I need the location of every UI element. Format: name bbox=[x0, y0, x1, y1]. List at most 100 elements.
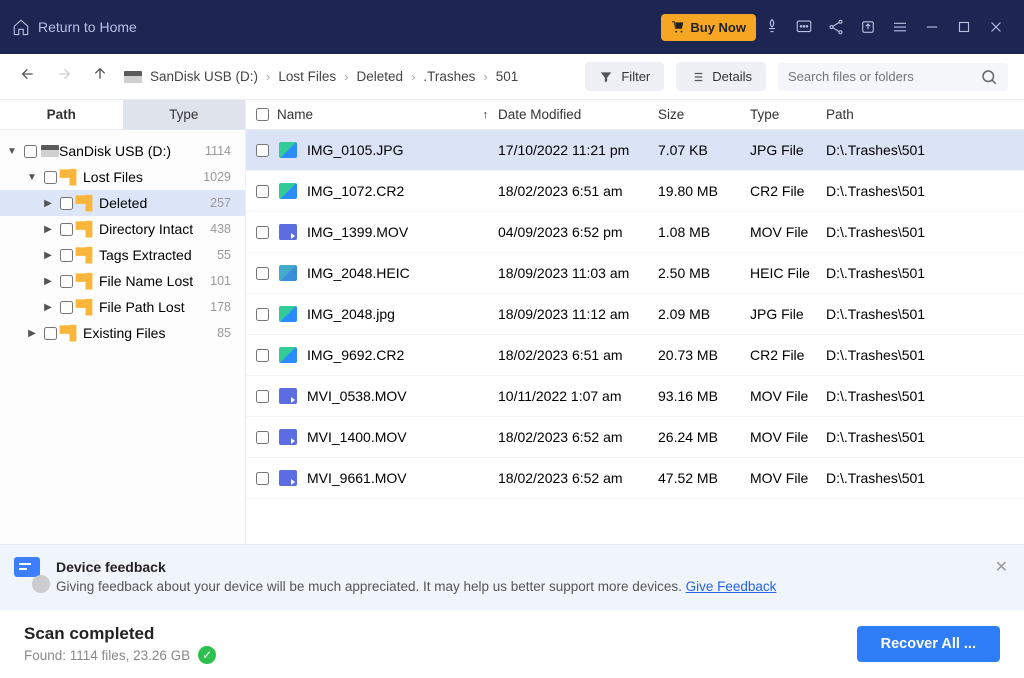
breadcrumb-segment[interactable]: SanDisk USB (D:) bbox=[150, 69, 258, 84]
row-checkbox[interactable] bbox=[256, 472, 269, 485]
tree-row[interactable]: ▶▀▋Deleted257 bbox=[0, 190, 245, 216]
tree-count: 257 bbox=[210, 196, 231, 210]
update-icon[interactable] bbox=[852, 11, 884, 43]
share-icon[interactable] bbox=[820, 11, 852, 43]
col-date[interactable]: Date Modified bbox=[498, 107, 658, 122]
minimize-button[interactable] bbox=[916, 11, 948, 43]
return-home-label: Return to Home bbox=[38, 19, 137, 35]
file-name: MVI_1400.MOV bbox=[307, 429, 407, 445]
close-window-button[interactable] bbox=[980, 11, 1012, 43]
chevron-right-icon[interactable]: ▶ bbox=[40, 198, 56, 209]
menu-icon[interactable] bbox=[884, 11, 916, 43]
select-all-checkbox[interactable] bbox=[256, 108, 269, 121]
tree-checkbox[interactable] bbox=[60, 249, 73, 262]
table-row[interactable]: MVI_1400.MOV18/02/2023 6:52 am26.24 MBMO… bbox=[246, 417, 1024, 458]
row-checkbox[interactable] bbox=[256, 349, 269, 362]
tree-row[interactable]: ▼▀▋Lost Files1029 bbox=[0, 164, 245, 190]
tree-checkbox[interactable] bbox=[60, 301, 73, 314]
nav-up-button[interactable] bbox=[88, 62, 112, 91]
nav-back-button[interactable] bbox=[16, 62, 40, 91]
tree-label: Tags Extracted bbox=[99, 247, 192, 263]
give-feedback-link[interactable]: Give Feedback bbox=[686, 579, 777, 594]
tree-checkbox[interactable] bbox=[24, 145, 37, 158]
chevron-down-icon[interactable]: ▼ bbox=[4, 146, 20, 157]
col-type[interactable]: Type bbox=[750, 107, 826, 122]
chevron-right-icon[interactable]: ▶ bbox=[40, 302, 56, 313]
feedback-close-button[interactable]: ✕ bbox=[995, 557, 1008, 577]
home-icon bbox=[12, 18, 30, 36]
breadcrumb-segment[interactable]: Deleted bbox=[357, 69, 404, 84]
promo-icon[interactable] bbox=[756, 11, 788, 43]
tree-checkbox[interactable] bbox=[44, 327, 57, 340]
tree-label: Existing Files bbox=[83, 325, 165, 341]
table-row[interactable]: MVI_9661.MOV18/02/2023 6:52 am47.52 MBMO… bbox=[246, 458, 1024, 499]
tree-label: File Path Lost bbox=[99, 299, 185, 315]
tree-checkbox[interactable] bbox=[44, 171, 57, 184]
file-type: MOV File bbox=[750, 224, 826, 240]
tree-row[interactable]: ▶▀▋File Name Lost101 bbox=[0, 268, 245, 294]
column-headers[interactable]: Name ↑ Date Modified Size Type Path bbox=[246, 100, 1024, 130]
tree-row[interactable]: ▶▀▋Tags Extracted55 bbox=[0, 242, 245, 268]
filter-button[interactable]: Filter bbox=[585, 62, 664, 91]
tree-checkbox[interactable] bbox=[60, 197, 73, 210]
details-button[interactable]: Details bbox=[676, 62, 766, 91]
col-name[interactable]: Name bbox=[277, 107, 313, 122]
maximize-button[interactable] bbox=[948, 11, 980, 43]
tree-row[interactable]: ▶▀▋Directory Intact438 bbox=[0, 216, 245, 242]
buy-now-button[interactable]: Buy Now bbox=[661, 14, 756, 41]
breadcrumb-segment[interactable]: 501 bbox=[496, 69, 519, 84]
status-bar: Scan completed Found: 1114 files, 23.26 … bbox=[0, 610, 1024, 678]
nav-forward-button[interactable] bbox=[52, 62, 76, 91]
tree-row[interactable]: ▶▀▋File Path Lost178 bbox=[0, 294, 245, 320]
table-row[interactable]: IMG_1399.MOV04/09/2023 6:52 pm1.08 MBMOV… bbox=[246, 212, 1024, 253]
table-row[interactable]: IMG_2048.HEIC18/09/2023 11:03 am2.50 MBH… bbox=[246, 253, 1024, 294]
row-checkbox[interactable] bbox=[256, 390, 269, 403]
chevron-right-icon[interactable]: ▶ bbox=[40, 224, 56, 235]
breadcrumb-segment[interactable]: Lost Files bbox=[278, 69, 336, 84]
img-file-icon bbox=[279, 306, 297, 322]
tree-count: 85 bbox=[217, 326, 231, 340]
tree-count: 1114 bbox=[205, 144, 231, 158]
sort-arrow-icon[interactable]: ↑ bbox=[483, 109, 489, 121]
chevron-right-icon[interactable]: ▶ bbox=[40, 276, 56, 287]
search-box[interactable] bbox=[778, 63, 1008, 91]
table-row[interactable]: IMG_2048.jpg18/09/2023 11:12 am2.09 MBJP… bbox=[246, 294, 1024, 335]
tree-checkbox[interactable] bbox=[60, 275, 73, 288]
chevron-right-icon[interactable]: ▶ bbox=[40, 250, 56, 261]
chevron-right-icon[interactable]: ▶ bbox=[24, 328, 40, 339]
return-home-link[interactable]: Return to Home bbox=[12, 18, 137, 36]
tree-checkbox[interactable] bbox=[60, 223, 73, 236]
filter-icon bbox=[599, 70, 613, 84]
tab-path[interactable]: Path bbox=[0, 100, 123, 129]
col-path[interactable]: Path bbox=[826, 107, 1024, 122]
heic-file-icon bbox=[279, 265, 297, 281]
recover-all-button[interactable]: Recover All ... bbox=[857, 626, 1000, 662]
table-row[interactable]: MVI_0538.MOV10/11/2022 1:07 am93.16 MBMO… bbox=[246, 376, 1024, 417]
row-checkbox[interactable] bbox=[256, 308, 269, 321]
tree-row[interactable]: ▼SanDisk USB (D:)1114 bbox=[0, 138, 245, 164]
file-date: 17/10/2022 11:21 pm bbox=[498, 142, 658, 158]
file-type: MOV File bbox=[750, 429, 826, 445]
feedback-icon[interactable] bbox=[788, 11, 820, 43]
file-path: D:\.Trashes\501 bbox=[826, 224, 1024, 240]
row-checkbox[interactable] bbox=[256, 267, 269, 280]
sidebar: Path Type ▼SanDisk USB (D:)1114▼▀▋Lost F… bbox=[0, 100, 246, 544]
table-row[interactable]: IMG_1072.CR218/02/2023 6:51 am19.80 MBCR… bbox=[246, 171, 1024, 212]
chevron-down-icon[interactable]: ▼ bbox=[24, 172, 40, 183]
tab-type[interactable]: Type bbox=[123, 100, 246, 129]
tree-count: 1029 bbox=[203, 170, 231, 184]
mov-file-icon bbox=[279, 429, 297, 445]
row-checkbox[interactable] bbox=[256, 144, 269, 157]
search-input[interactable] bbox=[788, 69, 972, 84]
file-name: IMG_9692.CR2 bbox=[307, 347, 404, 363]
table-row[interactable]: IMG_9692.CR218/02/2023 6:51 am20.73 MBCR… bbox=[246, 335, 1024, 376]
row-checkbox[interactable] bbox=[256, 431, 269, 444]
breadcrumb-segment[interactable]: .Trashes bbox=[423, 69, 475, 84]
search-icon bbox=[980, 68, 998, 86]
col-size[interactable]: Size bbox=[658, 107, 750, 122]
row-checkbox[interactable] bbox=[256, 185, 269, 198]
tree-row[interactable]: ▶▀▋Existing Files85 bbox=[0, 320, 245, 346]
row-checkbox[interactable] bbox=[256, 226, 269, 239]
table-row[interactable]: IMG_0105.JPG17/10/2022 11:21 pm7.07 KBJP… bbox=[246, 130, 1024, 171]
breadcrumb[interactable]: SanDisk USB (D:)›Lost Files›Deleted›.Tra… bbox=[124, 69, 518, 84]
